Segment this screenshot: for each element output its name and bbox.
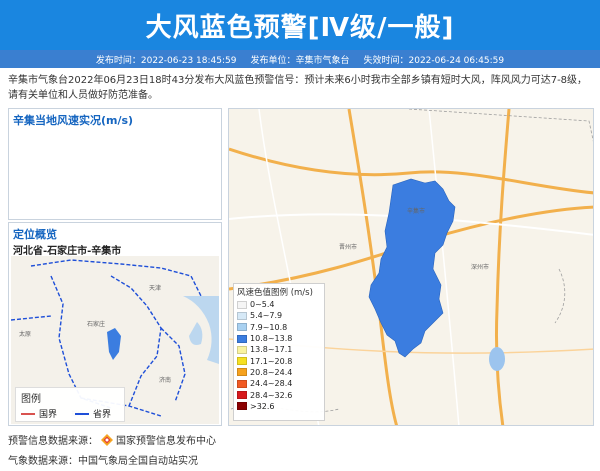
label-jinan: 济南 <box>159 376 171 384</box>
label-shenzhou: 深州市 <box>471 263 489 271</box>
weather-source-text: 气象数据来源：中国气象局全国自动站实况 <box>8 456 198 467</box>
wind-legend-swatch <box>237 402 247 411</box>
main-map-panel: 辛集市 深州市 晋州市 风速色值图例 (m/s) 0~5.4 5.4~7.9 7.9… <box>228 108 594 426</box>
warning-center-logo-icon <box>101 433 113 446</box>
label-shijiazhuang: 石家庄 <box>87 320 105 328</box>
warning-source-line: 预警信息数据来源： 国家预警信息发布中心 <box>8 432 216 447</box>
overview-legend-items: 国界 省界 <box>21 407 119 420</box>
warning-description: 辛集市气象台2022年06月23日18时43分发布大风蓝色预警信号：预计未来6小… <box>8 75 588 101</box>
wind-legend-label: 28.4~32.6 <box>250 390 293 400</box>
wind-legend-item: 24.4~28.4 <box>237 378 321 389</box>
wind-legend-item: 10.8~13.8 <box>237 333 321 344</box>
weather-source-line: 气象数据来源：中国气象局全国自动站实况 <box>8 452 198 467</box>
wind-legend-item: 28.4~32.6 <box>237 389 321 400</box>
wind-legend-rows: 0~5.4 5.4~7.9 7.9~10.8 10.8~13.8 13.8~17.1 17… <box>237 299 321 412</box>
wind-legend-label: 10.8~13.8 <box>250 334 293 344</box>
wind-speed-panel: 辛集当地风速实况(m/s) <box>8 108 222 220</box>
wind-legend-label: 7.9~10.8 <box>250 322 288 332</box>
warning-meta-bar: 发布时间：2022-06-23 18:45:59 发布单位：辛集市气象台 失效时… <box>0 50 600 68</box>
wind-panel-title: 辛集当地风速实况(m/s) <box>13 114 134 127</box>
national-border-label: 国界 <box>39 410 58 420</box>
wind-legend-item: >32.6 <box>237 401 321 412</box>
wind-legend-label: 20.8~24.4 <box>250 367 293 377</box>
label-xinji: 辛集市 <box>407 207 425 215</box>
wind-legend-swatch <box>237 357 247 366</box>
warning-source-label: 预警信息数据来源： <box>8 436 98 447</box>
wind-legend-label: 13.8~17.1 <box>250 345 293 355</box>
wind-legend-swatch <box>237 391 247 400</box>
national-border-swatch <box>21 412 35 415</box>
wind-legend-title: 风速色值图例 (m/s) <box>237 288 313 298</box>
provincial-border-swatch <box>75 412 90 415</box>
wind-legend-swatch <box>237 379 247 388</box>
wind-legend-swatch <box>237 345 247 354</box>
publish-time: 发布时间：2022-06-23 18:45:59 <box>95 55 237 66</box>
expire-time: 失效时间：2022-06-24 06:45:59 <box>363 55 505 66</box>
label-tianjin: 天津 <box>149 285 161 292</box>
publisher: 发布单位：辛集市气象台 <box>250 55 350 66</box>
wind-legend-swatch <box>237 323 247 332</box>
wind-legend-item: 13.8~17.1 <box>237 344 321 355</box>
warning-banner: 大风蓝色预警[Ⅳ级/一般] <box>0 0 600 50</box>
location-overview-panel: 定位概览 河北省-石家庄市-辛集市 天津 石家庄 太原 济南 郑州 图例 国界 <box>8 222 222 426</box>
wind-legend-label: 17.1~20.8 <box>250 356 293 366</box>
wind-legend-label: 24.4~28.4 <box>250 379 293 389</box>
warning-area-map[interactable]: 辛集市 深州市 晋州市 风速色值图例 (m/s) 0~5.4 5.4~7.9 7.9… <box>229 109 593 425</box>
wind-legend-swatch <box>237 300 247 309</box>
label-jinzhou: 晋州市 <box>339 243 357 251</box>
wind-legend-swatch <box>237 334 247 343</box>
wind-legend-swatch <box>237 311 247 320</box>
wind-legend-swatch <box>237 368 247 377</box>
wind-legend-item: 20.8~24.4 <box>237 367 321 378</box>
wind-legend-label: 5.4~7.9 <box>250 311 283 321</box>
wind-legend-label: 0~5.4 <box>250 300 275 310</box>
overview-legend-title: 图例 <box>21 394 41 405</box>
wind-legend-item: 5.4~7.9 <box>237 310 321 321</box>
wind-legend-label: >32.6 <box>250 401 275 411</box>
warning-title: 大风蓝色预警[Ⅳ级/一般] <box>145 12 455 43</box>
wind-legend-item: 7.9~10.8 <box>237 322 321 333</box>
wind-legend-item: 0~5.4 <box>237 299 321 310</box>
overview-legend: 图例 国界 省界 <box>15 387 125 422</box>
warning-source-name[interactable]: 国家预警信息发布中心 <box>116 432 216 447</box>
location-path: 河北省-石家庄市-辛集市 <box>13 246 122 257</box>
label-taiyuan: 太原 <box>19 330 31 338</box>
wind-legend-item: 17.1~20.8 <box>237 355 321 366</box>
location-panel-title: 定位概览 <box>13 228 57 241</box>
wind-speed-legend: 风速色值图例 (m/s) 0~5.4 5.4~7.9 7.9~10.8 10.8~13… <box>233 283 325 421</box>
provincial-border-label: 省界 <box>93 410 112 420</box>
overview-map[interactable]: 天津 石家庄 太原 济南 郑州 图例 国界 省界 <box>11 256 219 424</box>
